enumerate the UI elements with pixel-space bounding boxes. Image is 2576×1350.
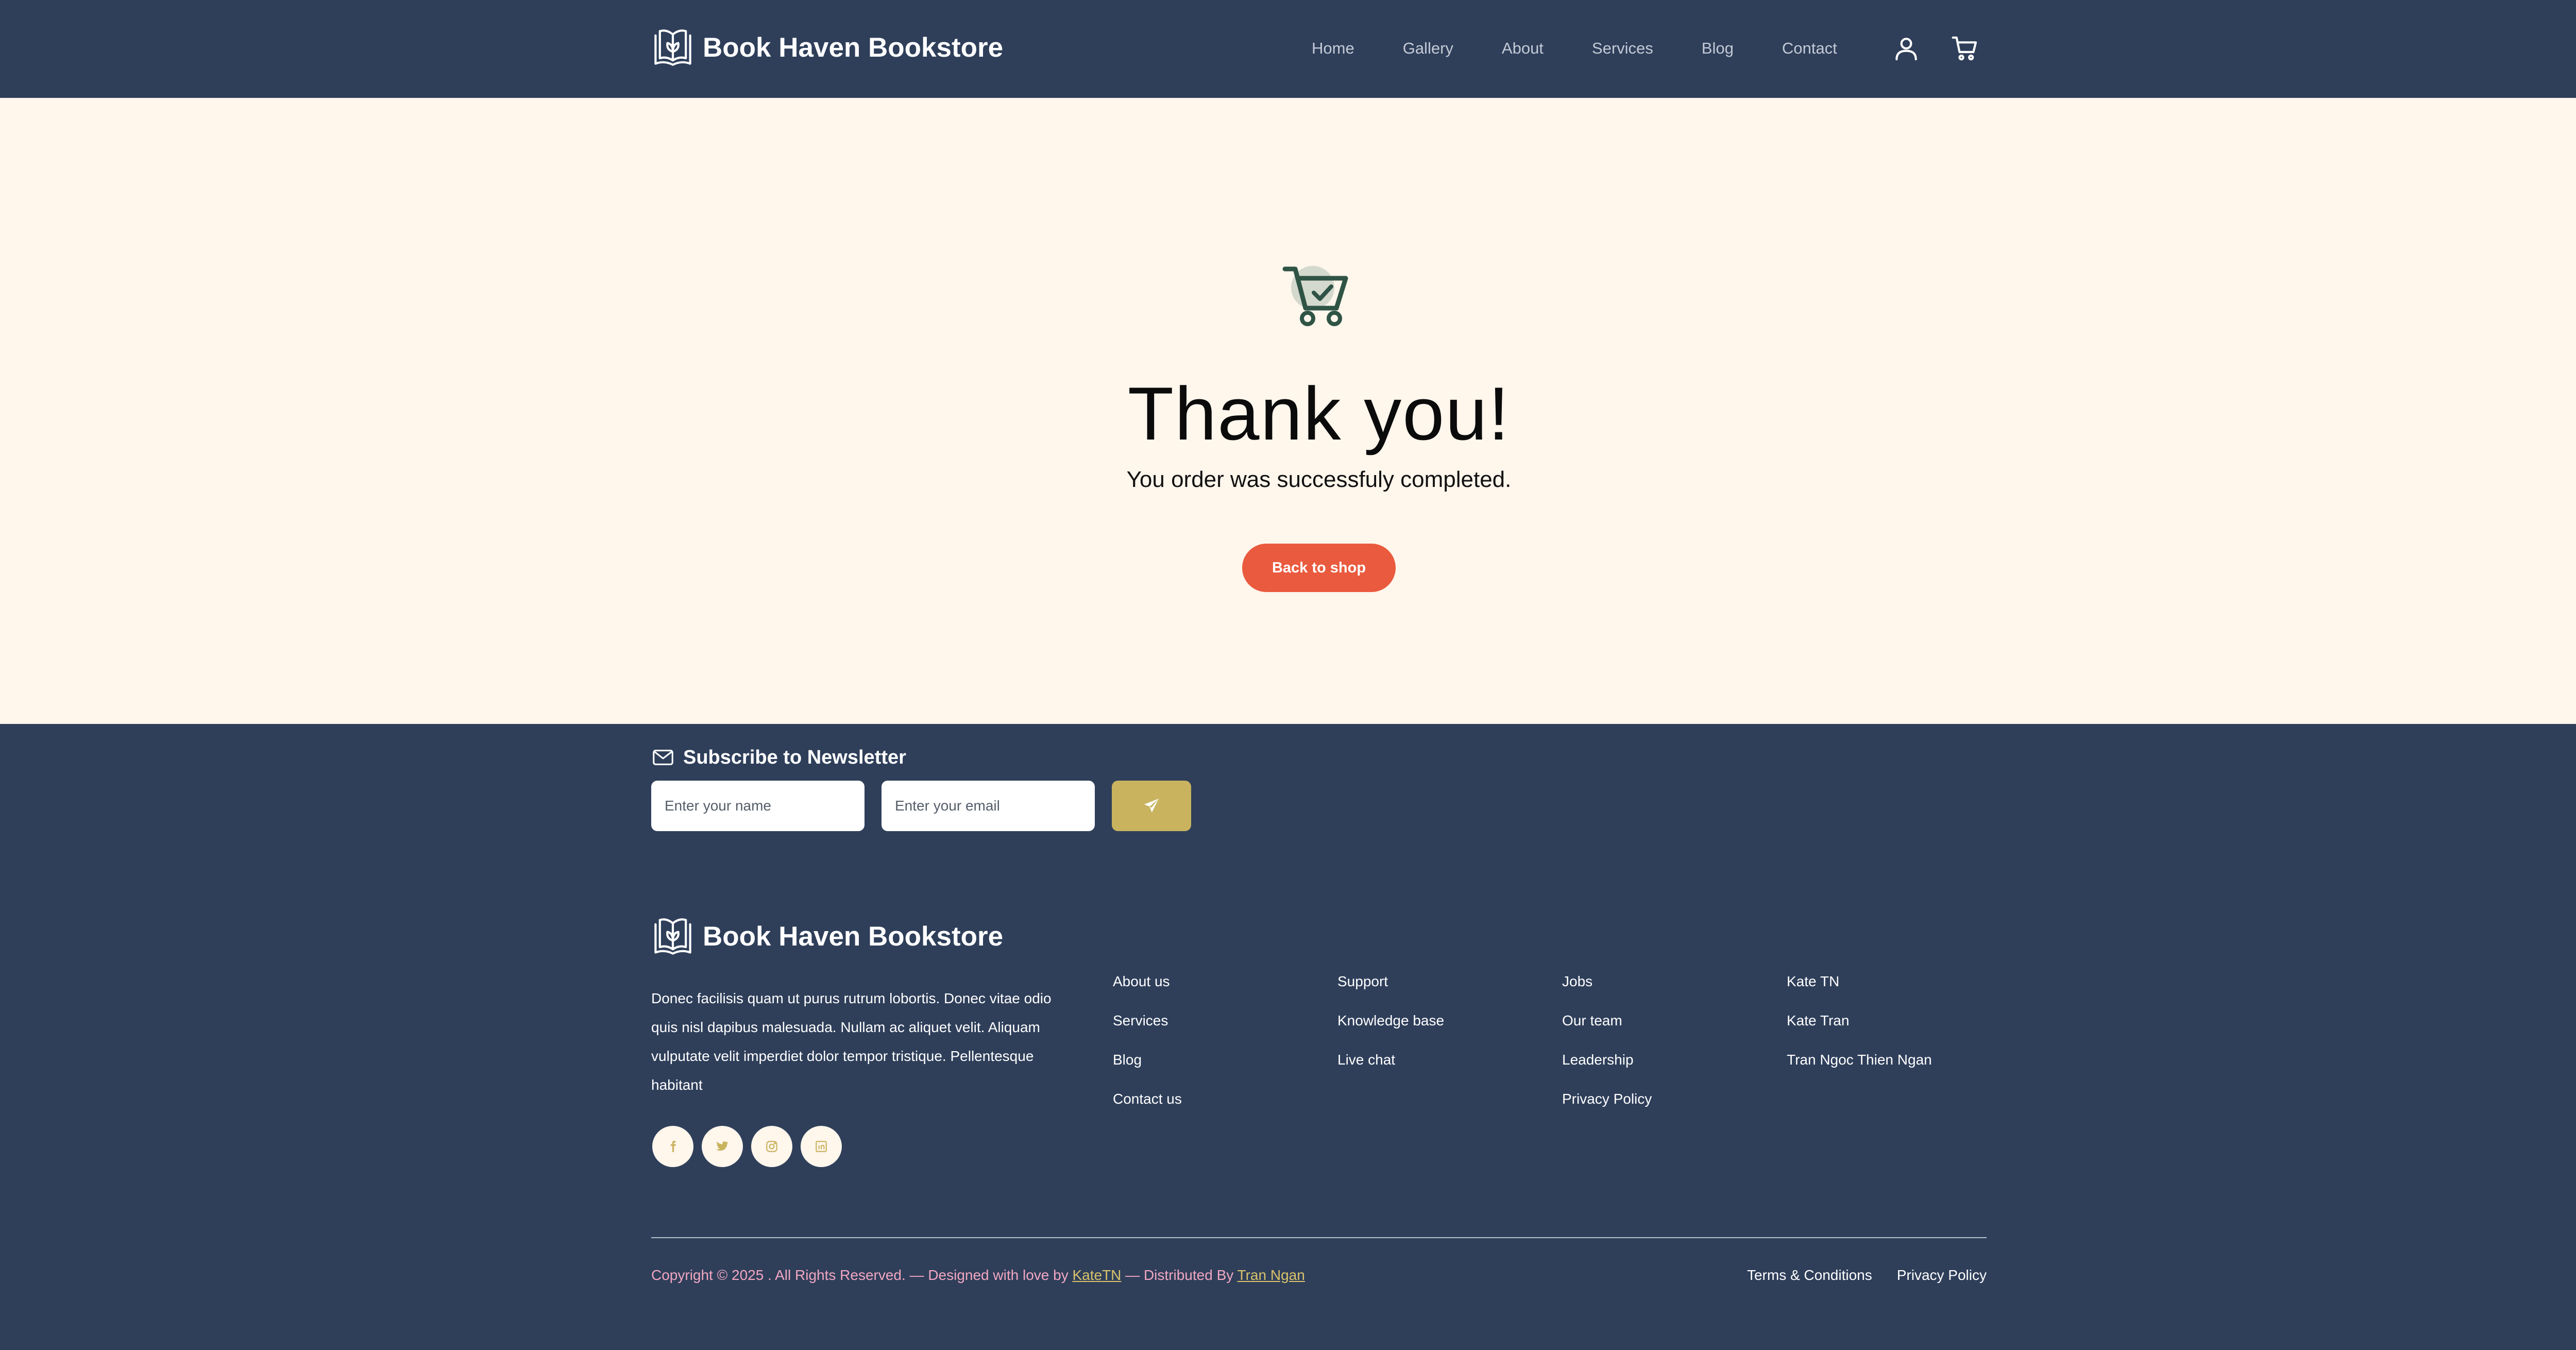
linkedin-button[interactable] <box>801 1126 842 1167</box>
instagram-button[interactable] <box>751 1126 792 1167</box>
twitter-button[interactable] <box>702 1126 743 1167</box>
newsletter-heading: Subscribe to Newsletter <box>651 746 906 769</box>
footer-column-authors: Kate TN Kate Tran Tran Ngoc Thien Ngan <box>1787 971 1932 1089</box>
footer-brand-logo[interactable]: Book Haven Bookstore <box>651 915 1003 958</box>
copyright-text: Copyright © 2025 . All Rights Reserved. … <box>651 1261 1321 1290</box>
newsletter-email-input[interactable] <box>882 781 1095 831</box>
footer-link-blog[interactable]: Blog <box>1113 1050 1182 1070</box>
nav-about[interactable]: About <box>1502 35 1544 62</box>
nav-gallery[interactable]: Gallery <box>1403 35 1453 62</box>
footer-divider <box>651 1237 1987 1238</box>
paper-plane-icon <box>1144 798 1159 813</box>
brand-logo[interactable]: Book Haven Bookstore <box>651 26 1003 69</box>
instagram-icon <box>766 1141 777 1152</box>
newsletter-submit-button[interactable] <box>1112 781 1191 831</box>
newsletter-name-input[interactable] <box>651 781 865 831</box>
privacy-policy-link[interactable]: Privacy Policy <box>1897 1264 1987 1287</box>
footer-column-careers: Jobs Our team Leadership Privacy Policy <box>1562 971 1652 1128</box>
footer-link-our-team[interactable]: Our team <box>1562 1010 1652 1031</box>
envelope-icon <box>653 750 673 765</box>
site-header: Book Haven Bookstore Home Gallery About … <box>0 0 2576 98</box>
facebook-button[interactable] <box>652 1126 693 1167</box>
designer-link[interactable]: KateTN <box>1072 1267 1121 1283</box>
footer-link-contact-us[interactable]: Contact us <box>1113 1089 1182 1109</box>
social-links <box>652 1126 850 1167</box>
footer-link-knowledge-base[interactable]: Knowledge base <box>1337 1010 1444 1031</box>
distributor-link[interactable]: Tran Ngan <box>1238 1267 1305 1283</box>
legal-links: Terms & Conditions Privacy Policy <box>1722 1264 1987 1287</box>
footer-link-support[interactable]: Support <box>1337 971 1444 992</box>
order-complete-message: You order was successfuly completed. <box>1126 467 1512 492</box>
footer-link-services[interactable]: Services <box>1113 1010 1182 1031</box>
cart-icon[interactable] <box>1951 34 1979 63</box>
footer-link-live-chat[interactable]: Live chat <box>1337 1050 1444 1070</box>
book-logo-icon <box>654 29 691 66</box>
newsletter-title: Subscribe to Newsletter <box>683 746 906 768</box>
footer-column-company: About us Services Blog Contact us <box>1113 971 1182 1128</box>
footer-link-leadership[interactable]: Leadership <box>1562 1050 1652 1070</box>
facebook-icon <box>670 1141 676 1152</box>
order-confirmation: Thank you! You order was successfuly com… <box>0 98 2576 724</box>
site-footer: Subscribe to Newsletter Book Haven Books… <box>0 724 2576 1350</box>
nav-services[interactable]: Services <box>1592 35 1653 62</box>
back-to-shop-button[interactable]: Back to shop <box>1242 544 1396 592</box>
terms-link[interactable]: Terms & Conditions <box>1747 1264 1872 1287</box>
thank-you-heading: Thank you! <box>1127 372 1511 455</box>
nav-contact[interactable]: Contact <box>1782 35 1837 62</box>
cart-check-icon <box>1282 266 1348 326</box>
footer-link-about-us[interactable]: About us <box>1113 971 1182 992</box>
linkedin-icon <box>816 1141 827 1152</box>
footer-link-jobs[interactable]: Jobs <box>1562 971 1652 992</box>
twitter-icon <box>716 1141 728 1151</box>
nav-blog[interactable]: Blog <box>1702 35 1734 62</box>
footer-column-help: Support Knowledge base Live chat <box>1337 971 1444 1089</box>
user-icon[interactable] <box>1892 34 1921 63</box>
footer-brand-name: Book Haven Bookstore <box>703 921 1004 952</box>
copyright-prefix: Copyright © 2025 . All Rights Reserved. … <box>651 1267 1073 1283</box>
footer-link-tran-ngoc-thien-ngan[interactable]: Tran Ngoc Thien Ngan <box>1787 1050 1932 1070</box>
main-nav: Home Gallery About Services Blog Contact <box>1312 35 1837 62</box>
footer-link-kate-tran[interactable]: Kate Tran <box>1787 1010 1932 1031</box>
footer-description: Donec facilisis quam ut purus rutrum lob… <box>651 990 1052 1093</box>
brand-name: Book Haven Bookstore <box>703 32 1004 63</box>
book-logo-icon <box>654 918 691 955</box>
copyright-middle: — Distributed By <box>1121 1267 1238 1283</box>
nav-home[interactable]: Home <box>1312 35 1354 62</box>
footer-link-privacy-policy[interactable]: Privacy Policy <box>1562 1089 1652 1109</box>
footer-link-kate-tn[interactable]: Kate TN <box>1787 971 1932 992</box>
